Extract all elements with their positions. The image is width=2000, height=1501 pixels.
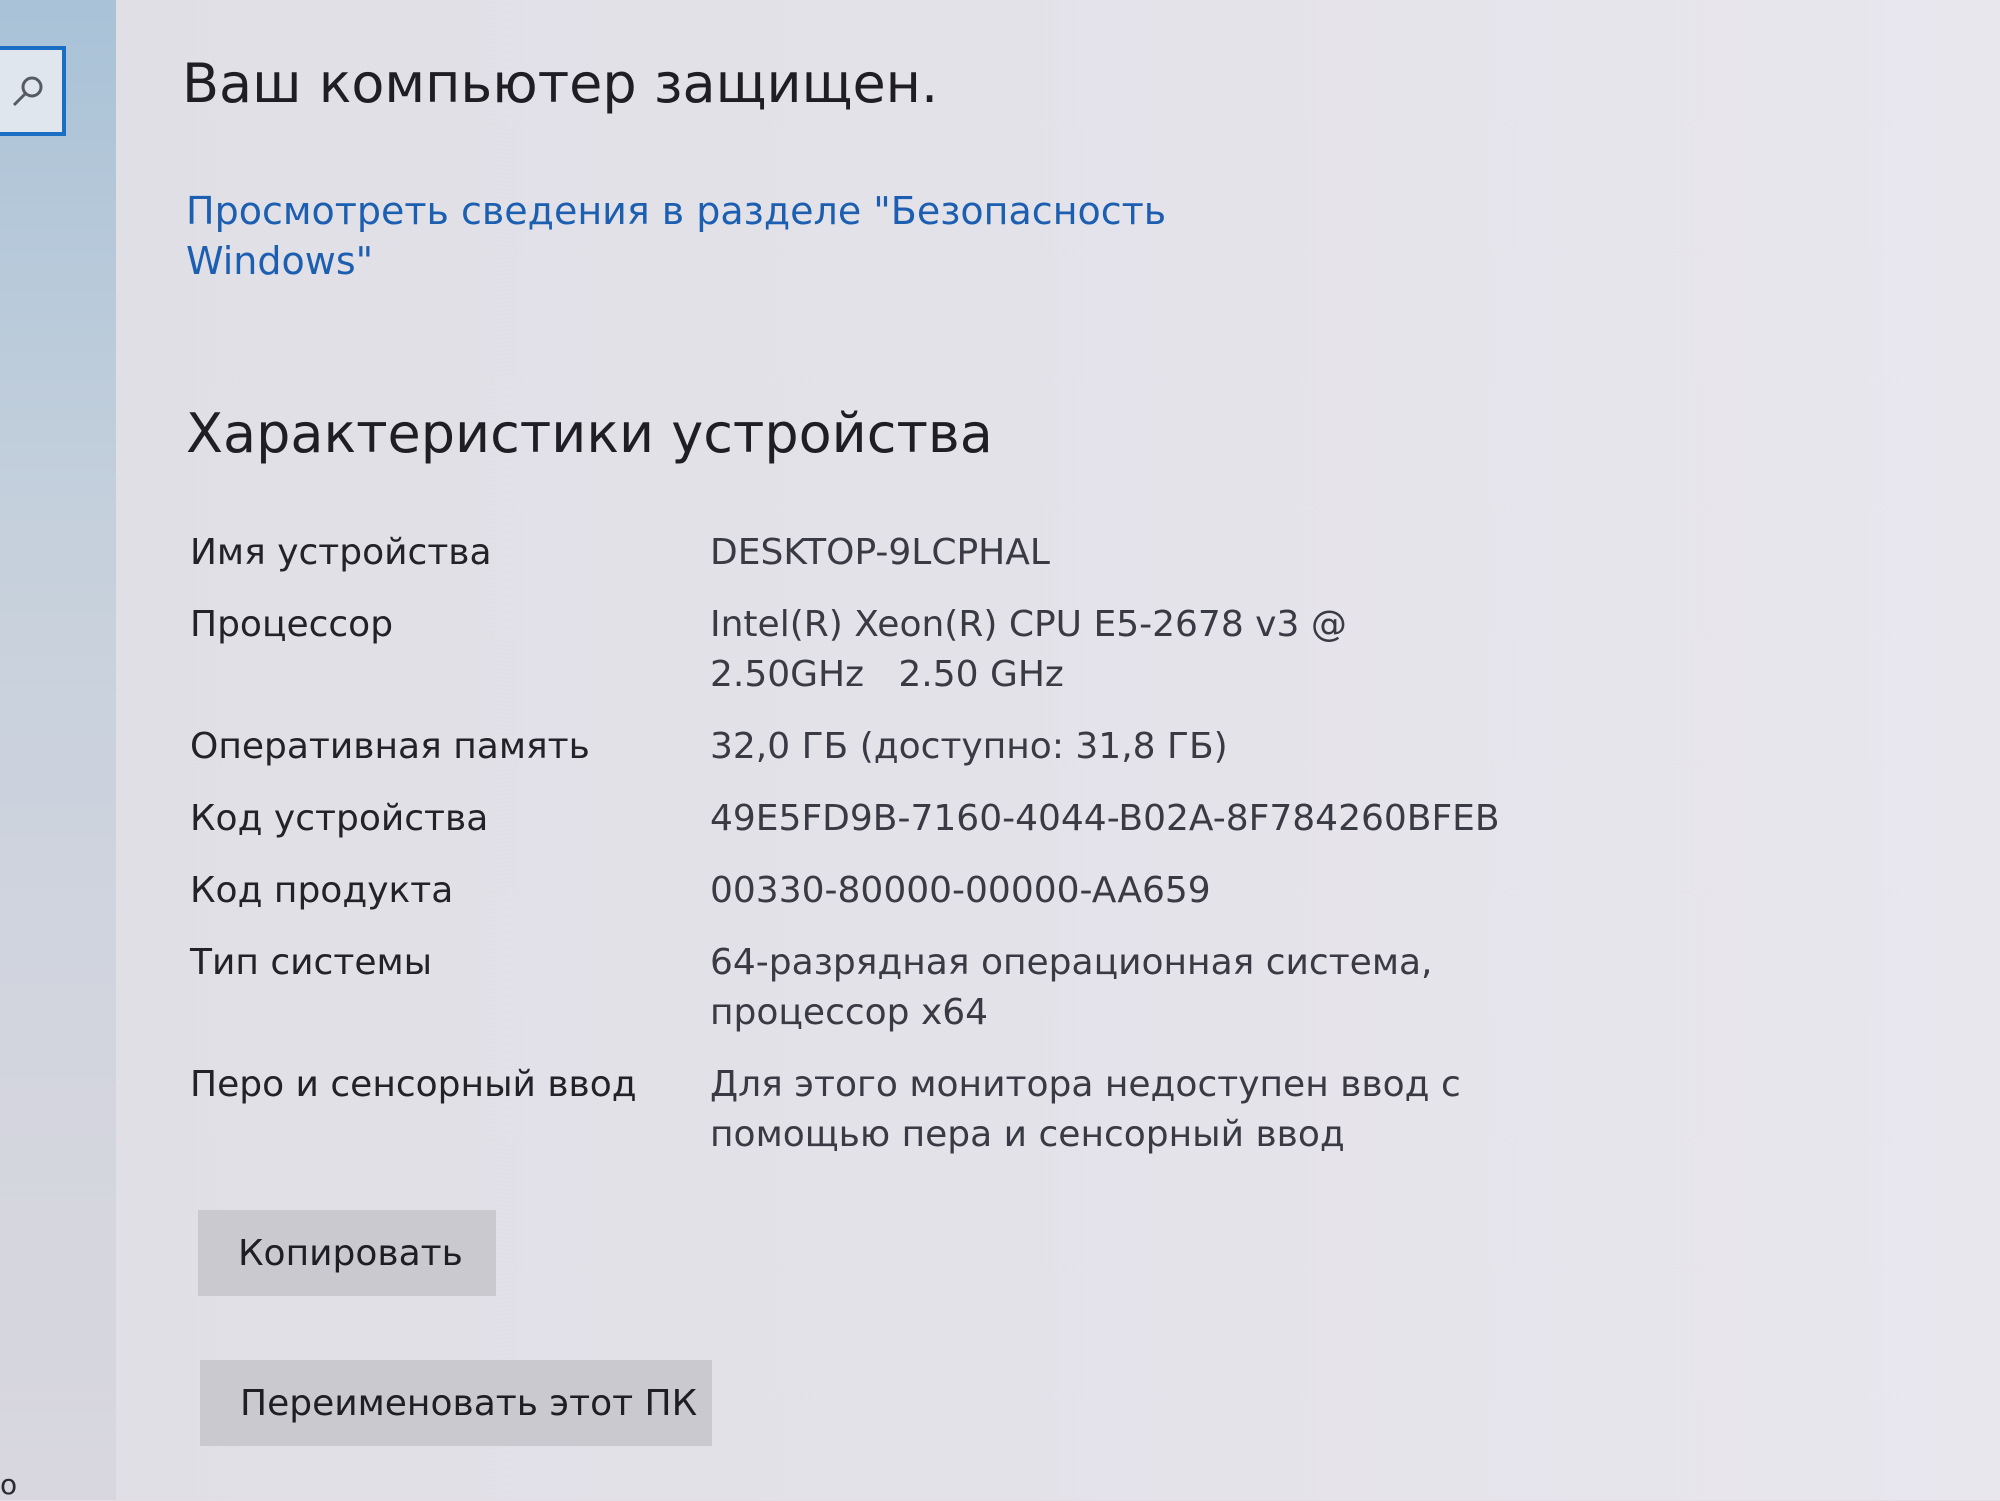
spec-label: Оперативная память: [190, 726, 590, 767]
spec-value[interactable]: DESKTOP-9LCPHAL: [710, 528, 1510, 578]
spec-label: Тип системы: [190, 942, 433, 983]
about-panel: Ваш компьютер защищен. Просмотреть сведе…: [116, 0, 2000, 1500]
security-link-line2: Windows": [186, 239, 374, 283]
spec-row-system-type: Тип системы 64-разрядная операционная си…: [190, 938, 1650, 1038]
spec-label: Имя устройства: [190, 532, 492, 573]
spec-row-device-id: Код устройства 49E5FD9B-7160-4044-B02A-8…: [190, 794, 1650, 844]
spec-value-line: 64-разрядная операционная система,: [710, 942, 1433, 983]
spec-value-line: 49E5FD9B-7160-4044-B02A-8F784260BFEB: [710, 798, 1500, 839]
spec-value-line: помощью пера и сенсорный ввод: [710, 1114, 1345, 1155]
spec-label: Код продукта: [190, 870, 454, 911]
windows-security-link[interactable]: Просмотреть сведения в разделе "Безопасн…: [186, 186, 1186, 286]
spec-value-line: 00330-80000-00000-AA659: [710, 870, 1211, 911]
device-specs-list: Имя устройства DESKTOP-9LCPHAL Процессор…: [190, 528, 1650, 1182]
spec-value[interactable]: 64-разрядная операционная система, проце…: [710, 938, 1510, 1038]
spec-label: Процессор: [190, 604, 394, 645]
spec-label: Перо и сенсорный ввод: [190, 1064, 637, 1105]
spec-row-device-name: Имя устройства DESKTOP-9LCPHAL: [190, 528, 1650, 578]
spec-value-line: процессор x64: [710, 992, 989, 1033]
spec-value[interactable]: Для этого монитора недоступен ввод с пом…: [710, 1060, 1510, 1160]
spec-value-line: 32,0 ГБ (доступно: 31,8 ГБ): [710, 726, 1228, 767]
spec-value[interactable]: 49E5FD9B-7160-4044-B02A-8F784260BFEB: [710, 794, 1510, 844]
spec-value-line: 2.50GHz 2.50 GHz: [710, 654, 1064, 695]
spec-value-line: Для этого монитора недоступен ввод с: [710, 1064, 1461, 1105]
sidebar-edge-glyph: o: [0, 1468, 18, 1501]
spec-value[interactable]: 00330-80000-00000-AA659: [710, 866, 1510, 916]
spec-value-line: Intel(R) Xeon(R) CPU E5-2678 v3 @: [710, 604, 1347, 645]
copy-button[interactable]: Копировать: [198, 1210, 496, 1296]
security-link-line1: Просмотреть сведения в разделе "Безопасн…: [186, 189, 1167, 233]
spec-value[interactable]: 32,0 ГБ (доступно: 31,8 ГБ): [710, 722, 1510, 772]
spec-row-product-id: Код продукта 00330-80000-00000-AA659: [190, 866, 1650, 916]
security-status-title: Ваш компьютер защищен.: [182, 52, 939, 115]
spec-value[interactable]: Intel(R) Xeon(R) CPU E5-2678 v3 @ 2.50GH…: [710, 600, 1510, 700]
search-icon: [12, 76, 43, 107]
spec-row-processor: Процессор Intel(R) Xeon(R) CPU E5-2678 v…: [190, 600, 1650, 700]
spec-row-ram: Оперативная память 32,0 ГБ (доступно: 31…: [190, 722, 1650, 772]
navigation-sidebar: o: [0, 0, 116, 1501]
spec-value-line: DESKTOP-9LCPHAL: [710, 532, 1050, 573]
spec-label: Код устройства: [190, 798, 489, 839]
search-button[interactable]: [0, 46, 66, 136]
spec-row-pen-touch: Перо и сенсорный ввод Для этого монитора…: [190, 1060, 1650, 1160]
rename-pc-button[interactable]: Переименовать этот ПК: [200, 1360, 712, 1446]
device-specs-title: Характеристики устройства: [186, 402, 993, 465]
